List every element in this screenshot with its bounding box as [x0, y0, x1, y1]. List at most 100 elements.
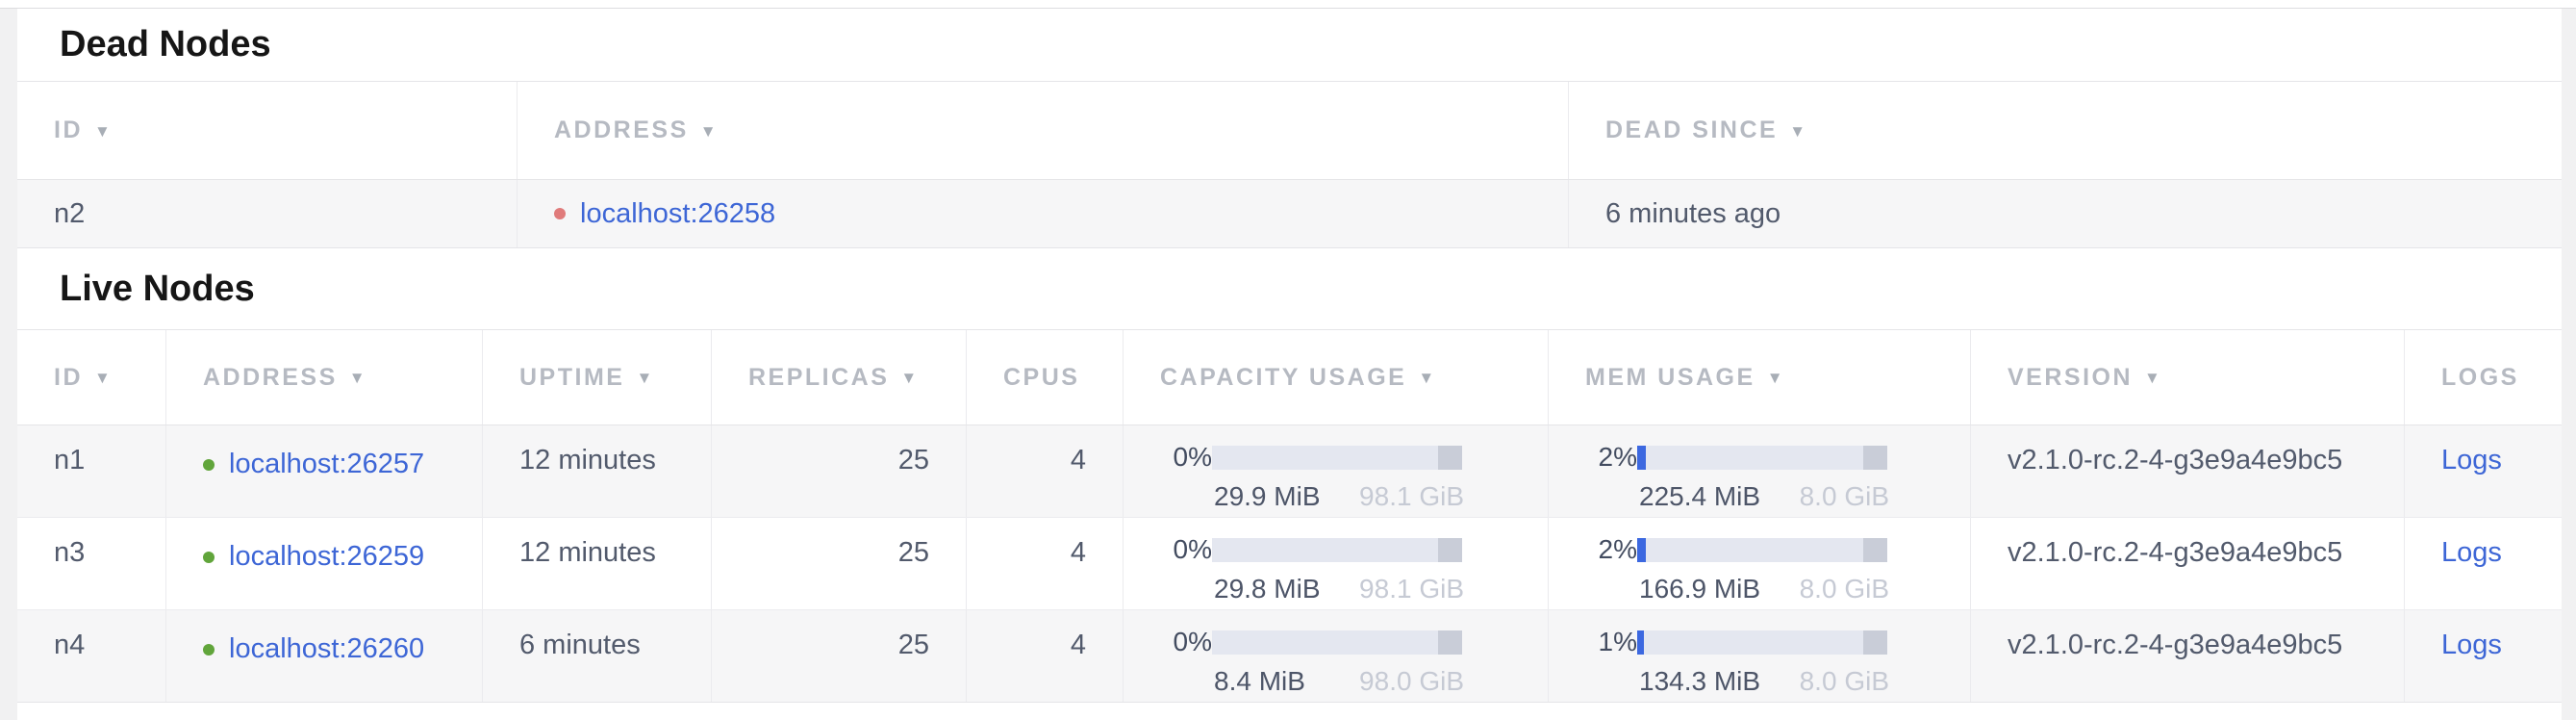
cell-version: v2.1.0-rc.2-4-g3e9a4e9bc5	[1971, 425, 2405, 517]
address-link[interactable]: localhost:26257	[229, 449, 424, 480]
cell-capacity: 0%8.4 MiB 98.0 GiB	[1124, 610, 1549, 702]
sort-desc-icon: ▼	[349, 369, 366, 388]
address: localhost:26260	[203, 633, 482, 665]
live-column-header-replicas[interactable]: REPLICAS▼	[712, 330, 967, 424]
cell-uptime: 12 minutes	[483, 518, 712, 609]
node-list-page: Dead Nodes ID▼ADDRESS▼DEAD SINCE▼ n2loca…	[17, 9, 2562, 720]
live-column-header-memory[interactable]: MEM USAGE▼	[1549, 330, 1971, 424]
live-column-label-uptime: UPTIME	[519, 364, 624, 392]
capacity-values: 8.4 MiB 98.0 GiB	[1214, 666, 1464, 697]
cell-dead-since: 6 minutes ago	[1569, 180, 2562, 247]
dead-nodes-table-body: n2 localhost:26258 6 minutes ago	[17, 180, 2562, 248]
capacity-used-value: 8.4 MiB	[1214, 666, 1305, 697]
dead-column-header-address[interactable]: ADDRESS▼	[518, 82, 1569, 179]
memory-total-value: 8.0 GiB	[1800, 574, 1889, 604]
top-divider	[0, 0, 2576, 9]
memory-percent: 2%	[1585, 534, 1637, 565]
cell-address: localhost:26260	[166, 610, 483, 702]
live-column-header-cpus: CPUS	[967, 330, 1124, 424]
cell-memory: 2%166.9 MiB8.0 GiB	[1549, 518, 1971, 609]
cell-logs: Logs	[2405, 610, 2562, 702]
memory-usage-bar	[1637, 446, 1887, 470]
logs-link[interactable]: Logs	[2441, 630, 2502, 660]
live-status-dot-icon	[203, 644, 215, 656]
live-column-header-address[interactable]: ADDRESS▼	[166, 330, 483, 424]
cell-uptime: 6 minutes	[483, 610, 712, 702]
logs-link[interactable]: Logs	[2441, 445, 2502, 476]
sort-desc-icon: ▼	[1767, 369, 1783, 388]
capacity-bar-line: 0%	[1160, 442, 1548, 473]
address: localhost:26259	[203, 541, 482, 573]
logs-link[interactable]: Logs	[2441, 537, 2502, 568]
live-node-row: n3localhost:2625912 minutes2540%29.8 MiB…	[17, 518, 2562, 610]
cell-node-id: n4	[17, 610, 166, 702]
capacity-bar-endcap	[1438, 538, 1462, 562]
dead-column-header-dead_since[interactable]: DEAD SINCE▼	[1569, 82, 2562, 179]
sort-desc-icon: ▼	[94, 369, 111, 388]
cell-version: v2.1.0-rc.2-4-g3e9a4e9bc5	[1971, 610, 2405, 702]
live-nodes-section: Live Nodes ID▼ADDRESS▼ UPTIME ▼ REPLICAS▼ CP…	[17, 248, 2562, 703]
sort-desc-icon: ▼	[2144, 369, 2160, 388]
memory-bar-line: 1%	[1585, 627, 1970, 657]
cell-logs: Logs	[2405, 425, 2562, 517]
dead-nodes-section: Dead Nodes ID▼ADDRESS▼DEAD SINCE▼ n2 loca…	[17, 9, 2562, 248]
capacity-bar-endcap	[1438, 630, 1462, 655]
live-column-header-uptime[interactable]: UPTIME ▼	[483, 330, 712, 424]
memory-used-value: 225.4 MiB	[1639, 481, 1760, 512]
memory-bar-endcap	[1863, 630, 1887, 655]
memory-bar-fill	[1637, 538, 1646, 562]
memory-bar-endcap	[1863, 538, 1887, 562]
memory-percent: 2%	[1585, 442, 1637, 473]
live-status-dot-icon	[203, 552, 215, 563]
cell-replicas: 25	[712, 610, 967, 702]
cell-logs: Logs	[2405, 518, 2562, 609]
cell-node-id: n1	[17, 425, 166, 517]
dead-status-dot-icon	[554, 208, 566, 219]
memory-bar-line: 2%	[1585, 534, 1970, 565]
capacity-usage-bar	[1212, 630, 1462, 655]
capacity-total-value: 98.0 GiB	[1359, 666, 1464, 697]
dead-nodes-title: Dead Nodes	[60, 24, 271, 65]
capacity-total-value: 98.1 GiB	[1359, 481, 1464, 512]
live-column-label-version: VERSION	[2008, 364, 2133, 392]
cell-memory: 1%134.3 MiB8.0 GiB	[1549, 610, 1971, 702]
capacity-usage-bar	[1212, 538, 1462, 562]
dead-column-header-id[interactable]: ID▼	[17, 82, 518, 179]
live-status-dot-icon	[203, 459, 215, 471]
memory-total-value: 8.0 GiB	[1800, 481, 1889, 512]
live-column-header-capacity[interactable]: CAPACITY USAGE▼	[1124, 330, 1549, 424]
address-link[interactable]: localhost:26258	[580, 198, 775, 230]
cell-cpus: 4	[967, 610, 1124, 702]
memory-percent: 1%	[1585, 627, 1637, 657]
live-column-header-id[interactable]: ID▼	[17, 330, 166, 424]
capacity-total-value: 98.1 GiB	[1359, 574, 1464, 604]
cell-address: localhost:26257	[166, 425, 483, 517]
cell-address: localhost:26259	[166, 518, 483, 609]
cell-replicas: 25	[712, 425, 967, 517]
cell-node-id: n2	[17, 180, 518, 247]
cell-cpus: 4	[967, 518, 1124, 609]
live-column-label-cpus: CPUS	[1003, 364, 1079, 392]
capacity-values: 29.8 MiB98.1 GiB	[1214, 574, 1464, 604]
live-nodes-title: Live Nodes	[60, 269, 255, 310]
cell-uptime: 12 minutes	[483, 425, 712, 517]
capacity-percent: 0%	[1160, 627, 1212, 657]
live-column-header-version[interactable]: VERSION ▼	[1971, 330, 2405, 424]
capacity-used-value: 29.9 MiB	[1214, 481, 1321, 512]
memory-values: 134.3 MiB8.0 GiB	[1639, 666, 1889, 697]
address-link[interactable]: localhost:26259	[229, 541, 424, 573]
live-nodes-table-header: ID▼ADDRESS▼ UPTIME ▼ REPLICAS▼ CPUS CAPACITY …	[17, 330, 2562, 425]
live-column-label-logs: LOGS	[2441, 364, 2519, 392]
memory-bar-fill	[1637, 630, 1644, 655]
live-column-header-logs: LOGS	[2405, 330, 2562, 424]
dead-column-label-dead_since: DEAD SINCE	[1605, 116, 1778, 144]
memory-usage-bar	[1637, 538, 1887, 562]
address-link[interactable]: localhost:26260	[229, 633, 424, 665]
memory-total-value: 8.0 GiB	[1800, 666, 1889, 697]
cell-version: v2.1.0-rc.2-4-g3e9a4e9bc5	[1971, 518, 2405, 609]
cell-memory: 2%225.4 MiB 8.0 GiB	[1549, 425, 1971, 517]
live-nodes-table-body: n1localhost:2625712 minutes2540%29.9 MiB…	[17, 425, 2562, 703]
live-node-row: n1localhost:2625712 minutes2540%29.9 MiB…	[17, 425, 2562, 518]
address: localhost:26257	[203, 449, 482, 480]
sort-desc-icon: ▼	[636, 369, 652, 388]
